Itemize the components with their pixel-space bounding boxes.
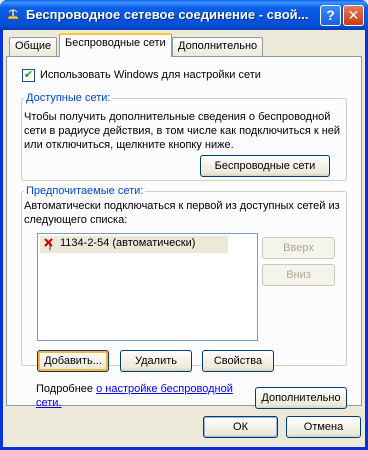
learn-more-text: Подробнее о настройке беспроводной сети.: [36, 382, 251, 410]
tab-advanced[interactable]: Дополнительно: [172, 37, 264, 56]
available-networks-description: Чтобы получить дополнительные сведения о…: [24, 111, 341, 151]
use-windows-checkbox[interactable]: ✔: [22, 69, 35, 82]
add-network-button[interactable]: Добавить...: [37, 350, 109, 372]
preferred-networks-description: Автоматически подключаться к первой из д…: [24, 200, 340, 226]
use-windows-label: Использовать Windows для настройки сети: [40, 69, 261, 81]
title-bar[interactable]: Беспроводное сетевое соединение - свой..…: [0, 0, 368, 30]
move-down-button[interactable]: Вниз: [262, 264, 335, 286]
cancel-button[interactable]: Отмена: [286, 416, 361, 438]
dialog-window: Беспроводное сетевое соединение - свой..…: [0, 0, 368, 450]
available-networks-title: Доступные сети:: [24, 92, 113, 104]
tab-wireless-networks[interactable]: Беспроводные сети: [59, 33, 172, 57]
list-item[interactable]: 1134-2-54 (автоматически): [40, 236, 228, 253]
window-title: Беспроводное сетевое соединение - свой..…: [26, 7, 309, 22]
wireless-network-disconnected-icon: [44, 238, 53, 250]
wireless-networks-tabpage: ✔ Использовать Windows для настройки сет…: [6, 56, 362, 409]
view-wireless-networks-button[interactable]: Беспроводные сети: [200, 155, 330, 177]
preferred-networks-list[interactable]: 1134-2-54 (автоматически): [37, 233, 258, 341]
close-button[interactable]: ✕: [343, 5, 364, 26]
network-name: 1134-2-54 (автоматически): [60, 237, 196, 249]
remove-network-button[interactable]: Удалить: [120, 350, 192, 372]
preferred-networks-title: Предпочитаемые сети:: [24, 185, 146, 197]
dialog-client-area: Общие Беспроводные сети Дополнительно ✔ …: [3, 30, 365, 447]
help-button[interactable]: ?: [320, 5, 341, 26]
tab-general[interactable]: Общие: [9, 37, 58, 56]
network-properties-button[interactable]: Свойства: [202, 350, 274, 372]
move-up-button[interactable]: Вверх: [262, 237, 335, 259]
wireless-connection-icon: [6, 9, 20, 20]
advanced-button[interactable]: Дополнительно: [255, 387, 347, 409]
ok-button[interactable]: ОК: [203, 416, 278, 438]
learn-more-prefix: Подробнее: [36, 383, 97, 395]
